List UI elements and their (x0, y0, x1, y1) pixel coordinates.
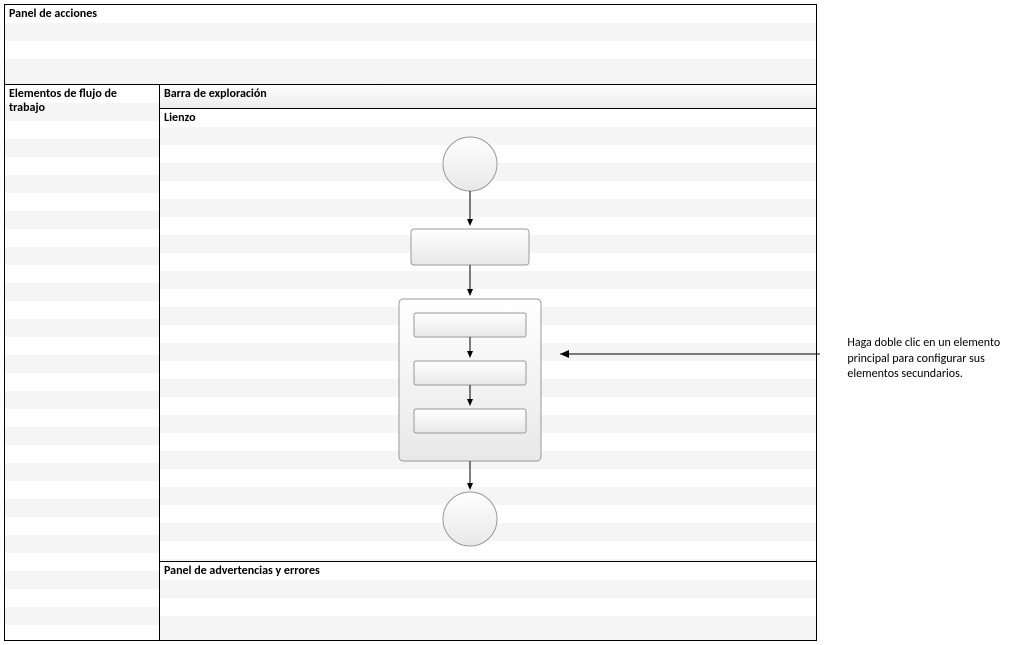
step-node[interactable] (411, 229, 529, 265)
start-node[interactable] (443, 137, 497, 191)
annotation-text: Haga doble clic en un elemento principal… (847, 336, 1011, 383)
actions-panel-label: Panel de acciones (5, 5, 101, 23)
end-node[interactable] (443, 492, 497, 546)
child-step[interactable] (414, 313, 526, 337)
main-panel: Panel de acciones Elementos de flujo de … (4, 4, 817, 641)
callout-arrowhead (560, 350, 569, 358)
explorer-bar[interactable]: Barra de exploración (160, 85, 816, 109)
workflow-elements-panel[interactable]: Elementos de flujo de trabajo (5, 85, 160, 640)
warnings-panel[interactable]: Panel de advertencias y errores (160, 562, 816, 640)
warnings-panel-label: Panel de advertencias y errores (160, 562, 324, 580)
canvas-label: Lienzo (160, 109, 200, 127)
child-step[interactable] (414, 361, 526, 385)
workflow-elements-label: Elementos de flujo de trabajo (5, 85, 159, 117)
middle-row: Elementos de flujo de trabajo Barra de e… (5, 85, 816, 640)
canvas[interactable]: Lienzo (160, 109, 816, 562)
actions-panel[interactable]: Panel de acciones (5, 5, 816, 85)
right-column: Barra de exploración Lienzo (160, 85, 816, 640)
layout-container: Panel de acciones Elementos de flujo de … (4, 4, 1011, 641)
workflow-diagram (160, 129, 820, 549)
explorer-bar-label: Barra de exploración (160, 85, 271, 103)
child-step[interactable] (414, 409, 526, 433)
